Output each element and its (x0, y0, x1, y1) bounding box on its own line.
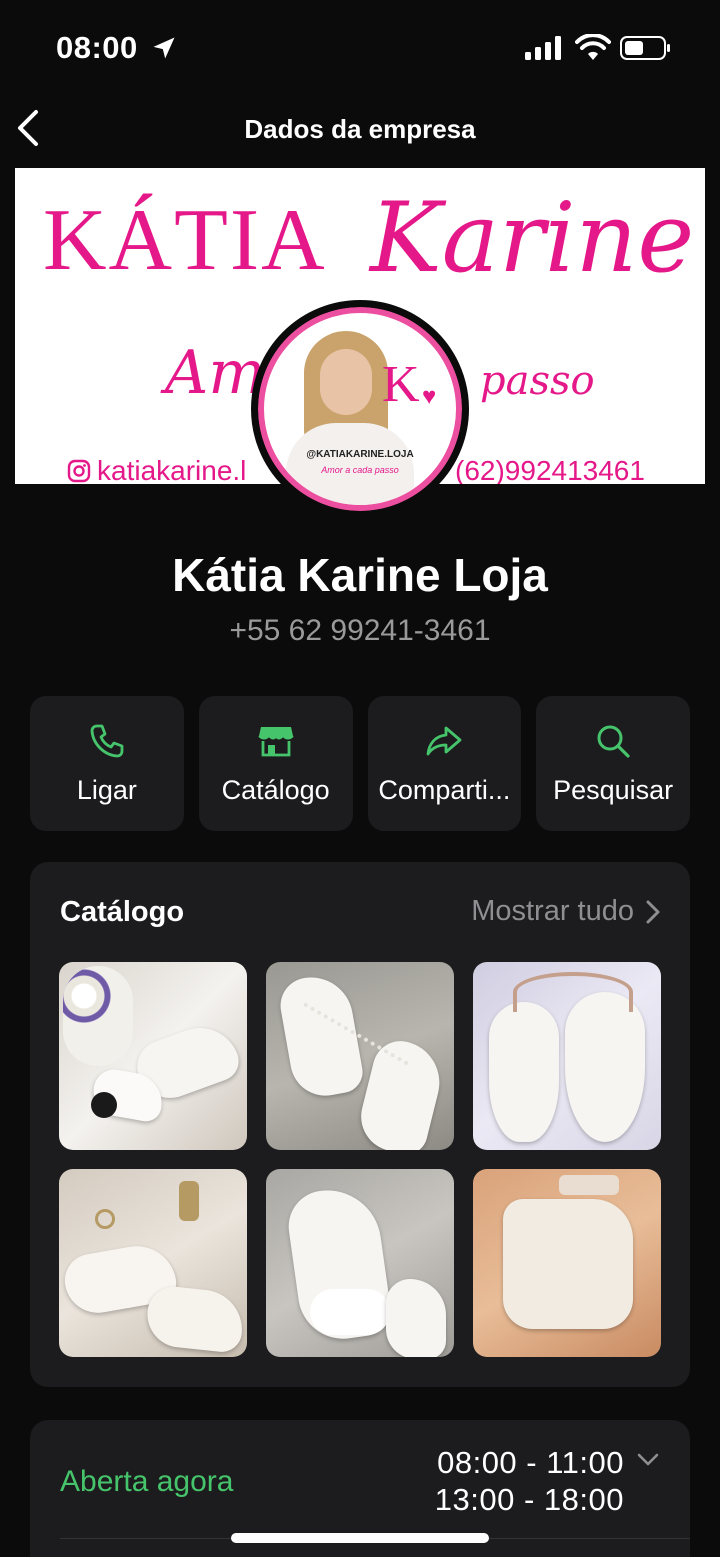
catalog-item-floral-ankle-strap-heels[interactable] (59, 1169, 247, 1357)
hours-ranges: 08:00 - 11:00 13:00 - 18:00 (435, 1444, 624, 1518)
show-all-label: Mostrar tudo (471, 895, 634, 927)
share-button[interactable]: Comparti... (367, 696, 522, 831)
open-status: Aberta agora (60, 1465, 234, 1498)
avatar-handle: @KATIAKARINE.LOJA (306, 449, 414, 460)
avatar-tagline: Amor a cada passo (321, 465, 399, 475)
banner-instagram-handle: katiakarine.l (97, 455, 247, 484)
business-phone: +55 62 99241-3461 (229, 614, 491, 647)
catalog-item-pearl-pointed-heels[interactable] (473, 962, 661, 1150)
hours-range-afternoon: 13:00 - 18:00 (434, 1482, 624, 1517)
banner-phone: (62)992413461 (455, 455, 645, 484)
catalog-button[interactable]: Catálogo (198, 696, 353, 831)
catalog-item-pearl-strap-sandals[interactable] (266, 962, 454, 1150)
catalog-card: Catálogo Mostrar tudo (30, 862, 690, 1387)
status-bar: 08:00 (0, 0, 720, 100)
search-icon (597, 725, 630, 758)
action-buttons: Ligar Catálogo Comparti... Pesquisar (30, 696, 690, 831)
battery-icon (620, 36, 670, 60)
avatar-logo-letter: K (382, 356, 420, 413)
hours-range-morning: 08:00 - 11:00 (437, 1445, 624, 1480)
banner-tagline-right: passo (480, 358, 595, 404)
instagram-icon (67, 459, 91, 483)
profile-avatar[interactable]: K ♥ @KATIAKARINE.LOJA Amor a cada passo (251, 300, 469, 518)
banner-brand-script: Karine (370, 182, 695, 294)
avatar-image: K ♥ @KATIAKARINE.LOJA Amor a cada passo (258, 307, 462, 511)
catalog-item-bridal-bow-heels[interactable] (59, 962, 247, 1150)
share-button-label: Comparti... (378, 775, 511, 805)
banner-brand: KÁTIA (43, 192, 327, 289)
catalog-grid (59, 962, 661, 1357)
catalog-item-bow-strap-sandals[interactable] (266, 1169, 454, 1357)
home-indicator[interactable] (231, 1533, 489, 1543)
search-button-label: Pesquisar (553, 775, 674, 805)
storefront-icon (257, 727, 294, 757)
cellular-signal-icon (525, 36, 561, 60)
wifi-icon (575, 34, 611, 60)
location-arrow-icon (153, 37, 175, 59)
phone-icon (90, 724, 124, 758)
catalog-item-platform-block-heels[interactable] (473, 1169, 661, 1357)
call-button-label: Ligar (76, 775, 137, 805)
call-button[interactable]: Ligar (30, 696, 184, 831)
banner-instagram: katiakarine.l (67, 455, 246, 484)
catalog-title: Catálogo (60, 896, 185, 928)
business-name: Kátia Karine Loja (172, 549, 548, 601)
page-title: Dados da empresa (244, 114, 476, 144)
search-button[interactable]: Pesquisar (536, 696, 690, 831)
status-time: 08:00 (56, 30, 138, 65)
catalog-button-label: Catálogo (221, 775, 330, 805)
chevron-down-icon[interactable] (636, 1452, 660, 1468)
nav-bar: Dados da empresa (0, 100, 720, 160)
chevron-right-icon (646, 900, 660, 923)
show-all-link[interactable]: Mostrar tudo (471, 895, 662, 928)
avatar-face (320, 349, 372, 415)
heart-icon: ♥ (422, 383, 437, 410)
share-arrow-icon (426, 726, 462, 756)
